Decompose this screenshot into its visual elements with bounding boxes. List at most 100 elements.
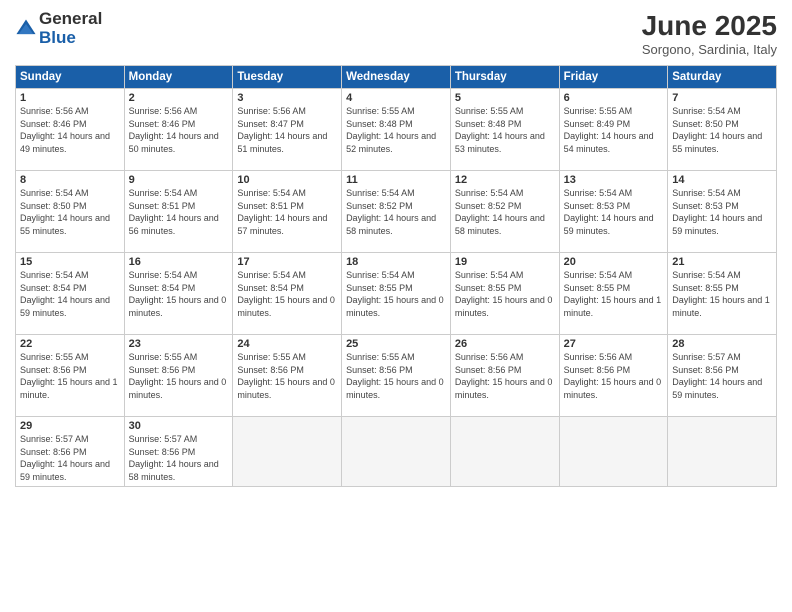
day-number: 28 <box>672 338 772 350</box>
calendar-header-row: Sunday Monday Tuesday Wednesday Thursday… <box>16 66 777 89</box>
day-number: 19 <box>455 256 555 268</box>
month-title: June 2025 <box>642 10 777 42</box>
week-row-3: 15Sunrise: 5:54 AMSunset: 8:54 PMDayligh… <box>16 253 777 335</box>
day-cell: 1Sunrise: 5:56 AMSunset: 8:46 PMDaylight… <box>16 89 125 171</box>
logo-general: General <box>39 10 102 29</box>
header: General Blue June 2025 Sorgono, Sardinia… <box>15 10 777 57</box>
location-subtitle: Sorgono, Sardinia, Italy <box>642 42 777 57</box>
day-number: 23 <box>129 338 229 350</box>
day-cell: 9Sunrise: 5:54 AMSunset: 8:51 PMDaylight… <box>124 171 233 253</box>
day-number: 25 <box>346 338 446 350</box>
day-info: Sunrise: 5:55 AMSunset: 8:48 PMDaylight:… <box>346 105 446 155</box>
day-cell: 19Sunrise: 5:54 AMSunset: 8:55 PMDayligh… <box>450 253 559 335</box>
day-cell: 16Sunrise: 5:54 AMSunset: 8:54 PMDayligh… <box>124 253 233 335</box>
day-info: Sunrise: 5:55 AMSunset: 8:56 PMDaylight:… <box>237 351 337 401</box>
col-wednesday: Wednesday <box>342 66 451 89</box>
day-number: 12 <box>455 174 555 186</box>
day-cell <box>559 417 668 487</box>
day-cell: 10Sunrise: 5:54 AMSunset: 8:51 PMDayligh… <box>233 171 342 253</box>
day-cell <box>668 417 777 487</box>
day-info: Sunrise: 5:54 AMSunset: 8:54 PMDaylight:… <box>129 269 229 319</box>
day-cell <box>233 417 342 487</box>
day-info: Sunrise: 5:54 AMSunset: 8:50 PMDaylight:… <box>672 105 772 155</box>
day-cell: 14Sunrise: 5:54 AMSunset: 8:53 PMDayligh… <box>668 171 777 253</box>
day-info: Sunrise: 5:54 AMSunset: 8:52 PMDaylight:… <box>346 187 446 237</box>
day-number: 7 <box>672 92 772 104</box>
week-row-4: 22Sunrise: 5:55 AMSunset: 8:56 PMDayligh… <box>16 335 777 417</box>
day-cell: 18Sunrise: 5:54 AMSunset: 8:55 PMDayligh… <box>342 253 451 335</box>
day-info: Sunrise: 5:55 AMSunset: 8:56 PMDaylight:… <box>20 351 120 401</box>
day-info: Sunrise: 5:54 AMSunset: 8:51 PMDaylight:… <box>237 187 337 237</box>
title-block: June 2025 Sorgono, Sardinia, Italy <box>642 10 777 57</box>
day-number: 21 <box>672 256 772 268</box>
col-sunday: Sunday <box>16 66 125 89</box>
day-cell: 22Sunrise: 5:55 AMSunset: 8:56 PMDayligh… <box>16 335 125 417</box>
day-number: 20 <box>564 256 664 268</box>
day-cell: 17Sunrise: 5:54 AMSunset: 8:54 PMDayligh… <box>233 253 342 335</box>
day-cell: 8Sunrise: 5:54 AMSunset: 8:50 PMDaylight… <box>16 171 125 253</box>
day-info: Sunrise: 5:56 AMSunset: 8:56 PMDaylight:… <box>564 351 664 401</box>
day-number: 26 <box>455 338 555 350</box>
day-number: 13 <box>564 174 664 186</box>
day-info: Sunrise: 5:54 AMSunset: 8:55 PMDaylight:… <box>672 269 772 319</box>
day-number: 8 <box>20 174 120 186</box>
week-row-5: 29Sunrise: 5:57 AMSunset: 8:56 PMDayligh… <box>16 417 777 487</box>
day-cell: 24Sunrise: 5:55 AMSunset: 8:56 PMDayligh… <box>233 335 342 417</box>
day-cell: 28Sunrise: 5:57 AMSunset: 8:56 PMDayligh… <box>668 335 777 417</box>
day-cell: 30Sunrise: 5:57 AMSunset: 8:56 PMDayligh… <box>124 417 233 487</box>
day-cell: 2Sunrise: 5:56 AMSunset: 8:46 PMDaylight… <box>124 89 233 171</box>
day-cell: 13Sunrise: 5:54 AMSunset: 8:53 PMDayligh… <box>559 171 668 253</box>
day-info: Sunrise: 5:54 AMSunset: 8:55 PMDaylight:… <box>346 269 446 319</box>
day-number: 1 <box>20 92 120 104</box>
day-number: 5 <box>455 92 555 104</box>
day-info: Sunrise: 5:54 AMSunset: 8:55 PMDaylight:… <box>455 269 555 319</box>
logo-icon <box>15 18 37 40</box>
col-saturday: Saturday <box>668 66 777 89</box>
day-number: 6 <box>564 92 664 104</box>
day-cell: 7Sunrise: 5:54 AMSunset: 8:50 PMDaylight… <box>668 89 777 171</box>
day-info: Sunrise: 5:56 AMSunset: 8:46 PMDaylight:… <box>129 105 229 155</box>
day-info: Sunrise: 5:55 AMSunset: 8:56 PMDaylight:… <box>129 351 229 401</box>
day-number: 2 <box>129 92 229 104</box>
week-row-1: 1Sunrise: 5:56 AMSunset: 8:46 PMDaylight… <box>16 89 777 171</box>
day-number: 29 <box>20 420 120 432</box>
day-info: Sunrise: 5:54 AMSunset: 8:53 PMDaylight:… <box>564 187 664 237</box>
day-cell <box>450 417 559 487</box>
day-info: Sunrise: 5:55 AMSunset: 8:49 PMDaylight:… <box>564 105 664 155</box>
day-cell: 6Sunrise: 5:55 AMSunset: 8:49 PMDaylight… <box>559 89 668 171</box>
col-thursday: Thursday <box>450 66 559 89</box>
day-number: 4 <box>346 92 446 104</box>
page: General Blue June 2025 Sorgono, Sardinia… <box>0 0 792 612</box>
week-row-2: 8Sunrise: 5:54 AMSunset: 8:50 PMDaylight… <box>16 171 777 253</box>
day-number: 18 <box>346 256 446 268</box>
day-number: 3 <box>237 92 337 104</box>
logo-blue: Blue <box>39 29 102 48</box>
day-cell: 26Sunrise: 5:56 AMSunset: 8:56 PMDayligh… <box>450 335 559 417</box>
day-cell: 5Sunrise: 5:55 AMSunset: 8:48 PMDaylight… <box>450 89 559 171</box>
day-info: Sunrise: 5:54 AMSunset: 8:52 PMDaylight:… <box>455 187 555 237</box>
col-monday: Monday <box>124 66 233 89</box>
day-cell: 27Sunrise: 5:56 AMSunset: 8:56 PMDayligh… <box>559 335 668 417</box>
day-info: Sunrise: 5:57 AMSunset: 8:56 PMDaylight:… <box>672 351 772 401</box>
day-number: 9 <box>129 174 229 186</box>
day-info: Sunrise: 5:57 AMSunset: 8:56 PMDaylight:… <box>129 433 229 483</box>
day-number: 24 <box>237 338 337 350</box>
day-number: 11 <box>346 174 446 186</box>
day-info: Sunrise: 5:56 AMSunset: 8:46 PMDaylight:… <box>20 105 120 155</box>
day-cell: 4Sunrise: 5:55 AMSunset: 8:48 PMDaylight… <box>342 89 451 171</box>
day-number: 17 <box>237 256 337 268</box>
day-info: Sunrise: 5:54 AMSunset: 8:53 PMDaylight:… <box>672 187 772 237</box>
day-info: Sunrise: 5:56 AMSunset: 8:56 PMDaylight:… <box>455 351 555 401</box>
day-info: Sunrise: 5:54 AMSunset: 8:54 PMDaylight:… <box>237 269 337 319</box>
col-tuesday: Tuesday <box>233 66 342 89</box>
day-info: Sunrise: 5:54 AMSunset: 8:55 PMDaylight:… <box>564 269 664 319</box>
calendar-table: Sunday Monday Tuesday Wednesday Thursday… <box>15 65 777 487</box>
day-info: Sunrise: 5:57 AMSunset: 8:56 PMDaylight:… <box>20 433 120 483</box>
day-cell: 3Sunrise: 5:56 AMSunset: 8:47 PMDaylight… <box>233 89 342 171</box>
logo: General Blue <box>15 10 102 47</box>
day-cell: 11Sunrise: 5:54 AMSunset: 8:52 PMDayligh… <box>342 171 451 253</box>
day-number: 22 <box>20 338 120 350</box>
logo-text: General Blue <box>39 10 102 47</box>
day-cell: 15Sunrise: 5:54 AMSunset: 8:54 PMDayligh… <box>16 253 125 335</box>
day-cell: 23Sunrise: 5:55 AMSunset: 8:56 PMDayligh… <box>124 335 233 417</box>
